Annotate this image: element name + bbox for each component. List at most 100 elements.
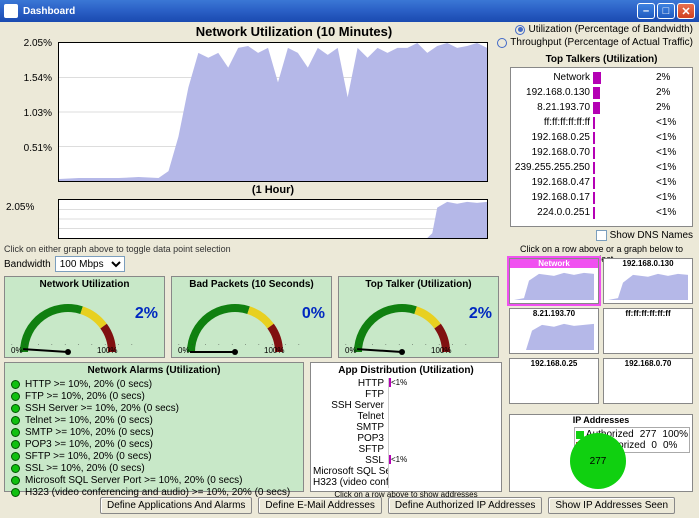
mini-chart[interactable]: 192.168.0.70 <box>603 358 693 404</box>
y-tick: 2.05% <box>24 38 52 49</box>
app-dist-row[interactable]: SMTP <box>313 422 499 433</box>
gauge-title: Bad Packets (10 Seconds) <box>172 277 331 290</box>
show-dns-checkbox[interactable] <box>596 230 607 241</box>
gauges-row: Network Utilization2%0%. . . . . . . . .… <box>4 276 499 358</box>
app-label: POP3 <box>313 433 388 444</box>
hour-chart[interactable] <box>58 199 488 239</box>
main-chart-title: Network Utilization (10 Minutes) <box>84 24 504 39</box>
talker-row[interactable]: 192.168.0.47<1% <box>511 175 692 190</box>
app-dist-row[interactable]: HTTP<1% <box>313 378 499 389</box>
talker-value: <1% <box>653 117 683 128</box>
app-dist-list: HTTP<1%FTPSSH ServerTelnetSMTPPOP3SFTPSS… <box>311 378 501 488</box>
legend-count: 0 <box>651 440 657 451</box>
alarm-row[interactable]: Microsoft SQL Server Port >= 10%, 20% (0… <box>5 474 303 486</box>
talker-row[interactable]: 8.21.193.702% <box>511 100 692 115</box>
alarm-text: HTTP >= 10%, 20% (0 secs) <box>25 379 152 390</box>
mini-chart[interactable]: 192.168.0.130 <box>603 258 693 304</box>
hour-chart-svg <box>59 200 487 238</box>
alarms-list: HTTP >= 10%, 20% (0 secs)FTP >= 10%, 20%… <box>5 378 303 498</box>
talker-row[interactable]: 224.0.0.251<1% <box>511 205 692 220</box>
status-dot-icon <box>11 464 20 473</box>
show-ip-button[interactable]: Show IP Addresses Seen <box>548 497 675 514</box>
talker-bar <box>593 72 601 84</box>
app-dist-row[interactable]: FTP <box>313 389 499 400</box>
radio-utilization[interactable] <box>515 25 525 35</box>
talker-row[interactable]: Network2% <box>511 70 692 85</box>
talker-label: 239.255.255.250 <box>511 162 593 173</box>
gauge-box[interactable]: Top Talker (Utilization)2%0%. . . . . . … <box>338 276 499 358</box>
app-dist-row[interactable]: Microsoft SQL Ser... <box>313 466 499 477</box>
mini-chart-title: 192.168.0.25 <box>510 359 598 368</box>
app-dist-row[interactable]: POP3 <box>313 433 499 444</box>
bandwidth-select[interactable]: 100 Mbps <box>55 256 125 272</box>
talker-bar-cell <box>593 207 653 219</box>
mini-chart[interactable]: 8.21.193.70 <box>509 308 599 354</box>
toggle-hint: Click on either graph above to toggle da… <box>4 244 231 254</box>
mini-chart-title: 8.21.193.70 <box>510 309 598 318</box>
ip-pie-chart[interactable]: 277 <box>570 433 626 489</box>
y-tick: 1.03% <box>24 108 52 119</box>
main-chart[interactable] <box>58 42 488 182</box>
app-bar-cell <box>388 444 499 455</box>
mini-chart-body <box>514 371 594 400</box>
app-dist-row[interactable]: SSL<1% <box>313 455 499 466</box>
alarm-row[interactable]: HTTP >= 10%, 20% (0 secs) <box>5 378 303 390</box>
mini-chart-body <box>514 321 594 350</box>
talker-bar <box>593 117 595 129</box>
alarm-row[interactable]: SSL >= 10%, 20% (0 secs) <box>5 462 303 474</box>
network-alarms-panel: Network Alarms (Utilization) HTTP >= 10%… <box>4 362 304 492</box>
alarm-text: Telnet >= 10%, 20% (0 secs) <box>25 415 153 426</box>
define-apps-button[interactable]: Define Applications And Alarms <box>100 497 252 514</box>
app-dist-row[interactable]: SSH Server <box>313 400 499 411</box>
app-dist-row[interactable]: Telnet <box>313 411 499 422</box>
legend-pct: 100% <box>662 429 688 440</box>
alarm-row[interactable]: FTP >= 10%, 20% (0 secs) <box>5 390 303 402</box>
status-dot-icon <box>11 440 20 449</box>
define-authorized-button[interactable]: Define Authorized IP Addresses <box>388 497 542 514</box>
talker-row[interactable]: 239.255.255.250<1% <box>511 160 692 175</box>
gauge-max-label: 100% <box>97 346 117 355</box>
gauge-box[interactable]: Bad Packets (10 Seconds)0%0%. . . . . . … <box>171 276 332 358</box>
talker-value: 2% <box>653 72 683 83</box>
talker-row[interactable]: 192.168.0.17<1% <box>511 190 692 205</box>
gauge-min-label: 0% <box>11 346 23 355</box>
show-dns-label: Show DNS Names <box>610 230 693 241</box>
alarm-text: Microsoft SQL Server Port >= 10%, 20% (0… <box>25 475 243 486</box>
app-distribution-panel: App Distribution (Utilization) HTTP<1%FT… <box>310 362 502 492</box>
status-dot-icon <box>11 488 20 497</box>
area-chart-svg <box>59 43 487 181</box>
mini-charts-grid: Network192.168.0.130 8.21.193.70 ff:ff:ff:… <box>509 258 693 404</box>
alarm-row[interactable]: SMTP >= 10%, 20% (0 secs) <box>5 426 303 438</box>
mini-chart[interactable]: ff:ff:ff:ff:ff:ff <box>603 308 693 354</box>
close-button[interactable]: ✕ <box>677 3 695 19</box>
talker-row[interactable]: ff:ff:ff:ff:ff:ff<1% <box>511 115 692 130</box>
mini-chart-body <box>514 271 594 300</box>
minimize-button[interactable]: – <box>637 3 655 19</box>
alarm-text: SFTP >= 10%, 20% (0 secs) <box>25 451 152 462</box>
legend-pct: 0% <box>663 440 677 451</box>
talker-row[interactable]: 192.168.0.1302% <box>511 85 692 100</box>
gauge-min-label: 0% <box>345 346 357 355</box>
gauge-value: 0% <box>302 305 325 323</box>
status-dot-icon <box>11 476 20 485</box>
alarm-row[interactable]: SFTP >= 10%, 20% (0 secs) <box>5 450 303 462</box>
talker-row[interactable]: 192.168.0.25<1% <box>511 130 692 145</box>
alarm-row[interactable]: POP3 >= 10%, 20% (0 secs) <box>5 438 303 450</box>
app-dist-row[interactable]: SFTP <box>313 444 499 455</box>
app-dist-row[interactable]: H323 (video confe... <box>313 477 499 488</box>
mini-chart[interactable]: 192.168.0.25 <box>509 358 599 404</box>
alarm-row[interactable]: Telnet >= 10%, 20% (0 secs) <box>5 414 303 426</box>
mini-chart[interactable]: Network <box>509 258 599 304</box>
define-email-button[interactable]: Define E-Mail Addresses <box>258 497 382 514</box>
talker-value: <1% <box>653 192 683 203</box>
talker-bar <box>593 177 595 189</box>
alarm-row[interactable]: SSH Server >= 10%, 20% (0 secs) <box>5 402 303 414</box>
top-talkers-title: Top Talkers (Utilization) <box>510 54 693 65</box>
gauge-box[interactable]: Network Utilization2%0%. . . . . . . . .… <box>4 276 165 358</box>
maximize-button[interactable]: □ <box>657 3 675 19</box>
app-bar-cell <box>388 466 499 477</box>
talker-row[interactable]: 192.168.0.70<1% <box>511 145 692 160</box>
status-dot-icon <box>11 404 20 413</box>
main-chart-y-axis: 2.05% 1.54% 1.03% 0.51% <box>4 42 54 182</box>
talker-bar <box>593 192 595 204</box>
